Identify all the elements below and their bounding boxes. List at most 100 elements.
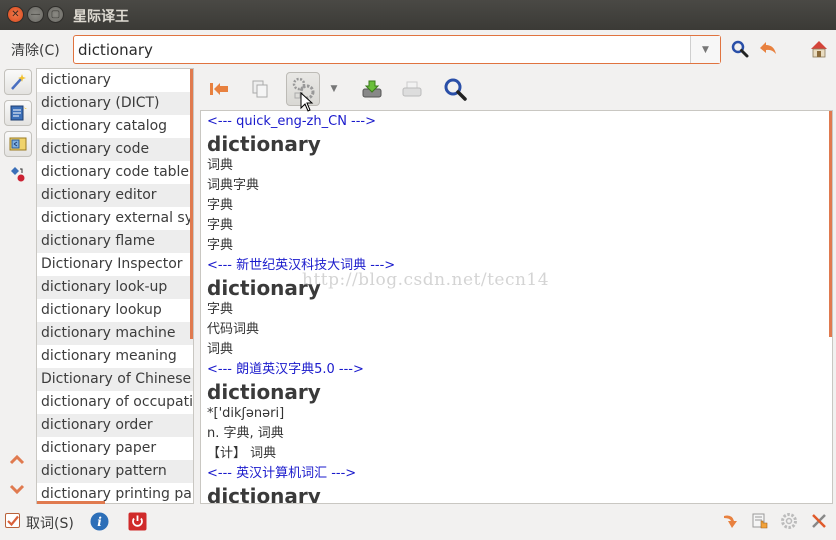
about-button[interactable]: i [89, 511, 109, 531]
svg-text:i: i [97, 515, 102, 529]
word-list-item[interactable]: dictionary of occupatio [37, 391, 193, 414]
definition-line: 词典 [207, 342, 234, 357]
word-list: dictionary dictionary (DICT) dictionary ca… [36, 68, 194, 504]
headword: dictionary [207, 380, 321, 404]
next-word-button[interactable] [7, 481, 27, 499]
jump-to-first-button[interactable] [204, 74, 234, 104]
save-button[interactable] [357, 74, 387, 104]
plugin-dropdown-button[interactable]: ▼ [321, 74, 347, 104]
dict-name-header: <--- 朗道英汉字典5.0 ---> [207, 362, 364, 377]
headword: dictionary [207, 132, 321, 156]
word-list-item[interactable]: dictionary order [37, 414, 193, 437]
tools-button[interactable] [809, 511, 829, 531]
headword: dictionary [207, 276, 321, 300]
search-icon [731, 40, 749, 58]
definition-line: 代码词典 [207, 322, 260, 337]
search-button[interactable] [730, 39, 750, 59]
fuzzy-query-icon [11, 167, 25, 182]
word-list-item[interactable]: dictionary [37, 69, 193, 92]
home-button[interactable] [808, 38, 830, 60]
document-edit-icon [10, 105, 27, 121]
word-list-vscrollbar[interactable] [190, 69, 193, 339]
word-list-item[interactable]: dictionary paper [37, 437, 193, 460]
word-list-item[interactable]: dictionary flame [37, 230, 193, 253]
close-icon: ✕ [11, 9, 20, 20]
definition-line: 【计】 词典 [207, 446, 277, 461]
word-list-item[interactable]: dictionary lookup [37, 299, 193, 322]
dict-manager-button[interactable] [4, 131, 32, 157]
dropdown-arrow-icon: ▼ [702, 44, 709, 55]
definition-line: 字典 [207, 302, 234, 317]
dict-name-header: <--- 英汉计算机词汇 ---> [207, 466, 357, 481]
dict-manager-icon [9, 137, 27, 151]
definition-line: *['dikʃənəri] [207, 406, 285, 421]
chevron-up-icon [9, 454, 25, 465]
back-icon [760, 42, 776, 54]
find-in-page-button[interactable] [440, 74, 470, 104]
headword: dictionary [207, 484, 321, 504]
preferences-button[interactable] [779, 511, 799, 531]
minimize-icon: — [30, 9, 41, 20]
clear-button[interactable]: 清除(C) [11, 40, 60, 60]
preferences-gear-icon [781, 513, 797, 529]
window-maximize-button[interactable]: ▢ [47, 6, 64, 23]
quick-search-button[interactable] [4, 69, 32, 95]
word-list-item[interactable]: dictionary editor [37, 184, 193, 207]
mouse-cursor [300, 91, 314, 116]
full-text-search-button[interactable] [4, 100, 32, 126]
wand-icon [11, 74, 26, 90]
word-list-item[interactable]: dictionary (DICT) [37, 92, 193, 115]
quit-button[interactable] [127, 511, 147, 531]
word-list-item[interactable]: dictionary pattern [37, 460, 193, 483]
tools-icon [812, 514, 826, 528]
definition-vscrollbar[interactable] [829, 111, 832, 337]
word-list-item[interactable]: dictionary look-up [37, 276, 193, 299]
fuzzy-query-button[interactable] [8, 164, 28, 184]
word-list-item[interactable]: Dictionary Inspector [37, 253, 193, 276]
chevron-down-icon [9, 484, 25, 495]
find-icon [444, 78, 467, 101]
manual-icon [752, 513, 768, 529]
definition-line: 字典 [207, 218, 234, 233]
save-icon [362, 80, 382, 98]
word-list-item[interactable]: dictionary code [37, 138, 193, 161]
dict-name-header: <--- 新世纪英汉科技大词典 ---> [207, 258, 396, 273]
search-combo: ▼ [73, 35, 721, 64]
pointer-cursor-icon [300, 91, 314, 112]
search-input[interactable] [74, 36, 690, 63]
maximize-icon: ▢ [50, 9, 61, 20]
dropdown-arrow-icon: ▼ [330, 84, 338, 94]
word-list-item[interactable]: dictionary external symbol [37, 207, 193, 230]
back-button[interactable] [757, 39, 779, 59]
definition-pane[interactable]: <--- quick_eng-zh_CN ---> dictionary 词典 词典字… [200, 110, 833, 504]
definition-line: n. 字典, 词典 [207, 426, 284, 441]
power-icon [128, 512, 146, 530]
print-button[interactable] [397, 74, 427, 104]
word-list-item[interactable]: dictionary machine [37, 322, 193, 345]
word-list-item[interactable]: Dictionary of Chinese P [37, 368, 193, 391]
definition-line: 词典 [207, 158, 234, 173]
search-history-dropdown[interactable]: ▼ [690, 36, 720, 63]
print-icon [402, 81, 422, 97]
title-bar: ✕ — ▢ 星际译王 [0, 0, 836, 30]
previous-word-button[interactable] [7, 450, 27, 468]
word-list-item[interactable]: dictionary meaning [37, 345, 193, 368]
checkmark-icon [6, 515, 19, 526]
scan-label[interactable]: 取词(S) [26, 513, 74, 533]
word-list-hscrollbar[interactable] [37, 501, 105, 504]
definition-line: 词典字典 [207, 178, 260, 193]
window-close-button[interactable]: ✕ [7, 6, 24, 23]
manual-button[interactable] [750, 511, 770, 531]
word-list-item[interactable]: dictionary catalog [37, 115, 193, 138]
redirect-icon [724, 515, 737, 528]
redirect-button[interactable] [721, 511, 741, 531]
jump-to-first-icon [210, 83, 228, 95]
scan-checkbox[interactable] [5, 513, 20, 528]
word-list-item[interactable]: dictionary code table [37, 161, 193, 184]
window-minimize-button[interactable]: — [27, 6, 44, 23]
window-title: 星际译王 [73, 9, 129, 25]
definition-line: 字典 [207, 198, 234, 213]
definition-line: 字典 [207, 238, 234, 253]
info-icon: i [90, 512, 108, 530]
copy-button[interactable] [245, 74, 275, 104]
